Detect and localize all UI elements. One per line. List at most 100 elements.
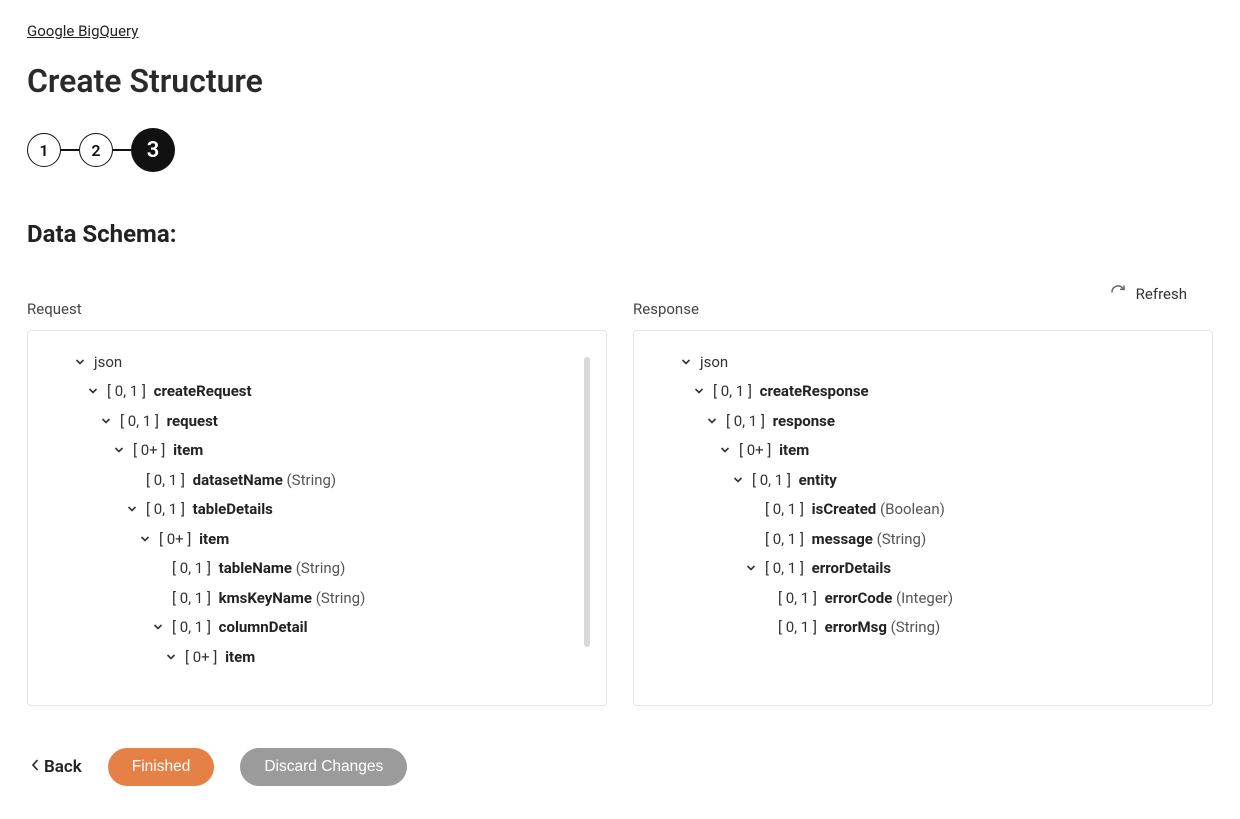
field-name: createRequest	[154, 382, 252, 400]
tree-node[interactable]: [ 0, 1 ] isCreated (Boolean)	[644, 495, 1202, 525]
chevron-down-icon[interactable]	[137, 531, 153, 547]
breadcrumb[interactable]: Google BigQuery	[27, 22, 138, 40]
field-name: request	[167, 412, 218, 430]
chevron-down-icon[interactable]	[704, 413, 720, 429]
back-label: Back	[44, 757, 82, 777]
tree-node[interactable]: [ 0, 1 ] createResponse	[644, 377, 1202, 407]
cardinality-label: [ 0+ ]	[739, 441, 775, 459]
field-name: response	[773, 412, 835, 430]
cardinality-label: [ 0, 1 ]	[765, 500, 808, 518]
cardinality-label: [ 0, 1 ]	[713, 382, 756, 400]
chevron-down-icon[interactable]	[163, 649, 179, 665]
field-name: item	[225, 648, 255, 666]
field-type: (String)	[283, 471, 336, 489]
field-type: (String)	[292, 559, 345, 577]
discard-button[interactable]: Discard Changes	[240, 748, 407, 786]
tree-root-label: json	[700, 353, 728, 371]
tree-node[interactable]: [ 0, 1 ] message (String)	[644, 524, 1202, 554]
field-name: item	[199, 530, 229, 548]
cardinality-label: [ 0, 1 ]	[778, 589, 821, 607]
tree-node[interactable]: json	[644, 347, 1202, 377]
tree-node[interactable]: [ 0, 1 ] createRequest	[38, 377, 584, 407]
tree-node[interactable]: [ 0, 1 ] errorDetails	[644, 554, 1202, 584]
field-type: (Integer)	[892, 589, 953, 607]
field-name: entity	[799, 471, 837, 489]
cardinality-label: [ 0+ ]	[185, 648, 221, 666]
tree-root-label: json	[94, 353, 122, 371]
tree-node[interactable]: json	[38, 347, 584, 377]
chevron-down-icon[interactable]	[743, 560, 759, 576]
field-name: createResponse	[760, 382, 869, 400]
step-indicator: 1 2 3	[27, 128, 1213, 172]
chevron-down-icon[interactable]	[124, 501, 140, 517]
chevron-down-icon[interactable]	[111, 442, 127, 458]
cardinality-label: [ 0, 1 ]	[146, 500, 189, 518]
cardinality-label: [ 0, 1 ]	[146, 471, 189, 489]
chevron-down-icon[interactable]	[678, 354, 694, 370]
chevron-down-icon[interactable]	[730, 472, 746, 488]
tree-node[interactable]: [ 0, 1 ] tableDetails	[38, 495, 584, 525]
cardinality-label: [ 0, 1 ]	[172, 618, 215, 636]
step-2[interactable]: 2	[79, 133, 113, 167]
tree-node[interactable]: [ 0+ ] item	[644, 436, 1202, 466]
field-name: tableName	[219, 559, 292, 577]
section-title: Data Schema:	[27, 220, 1213, 248]
chevron-down-icon[interactable]	[98, 413, 114, 429]
chevron-down-icon[interactable]	[717, 442, 733, 458]
tree-node[interactable]: [ 0, 1 ] errorMsg (String)	[644, 613, 1202, 643]
cardinality-label: [ 0, 1 ]	[172, 559, 215, 577]
scrollbar[interactable]	[584, 357, 590, 647]
field-name: datasetName	[193, 471, 283, 489]
step-connector	[61, 149, 79, 151]
page-title: Create Structure	[27, 62, 1213, 100]
field-name: errorCode	[825, 589, 893, 607]
tree-node[interactable]: [ 0, 1 ] response	[644, 406, 1202, 436]
tree-node[interactable]: [ 0, 1 ] entity	[644, 465, 1202, 495]
chevron-down-icon[interactable]	[691, 383, 707, 399]
chevron-down-icon[interactable]	[150, 619, 166, 635]
cardinality-label: [ 0, 1 ]	[765, 530, 808, 548]
cardinality-label: [ 0, 1 ]	[778, 618, 821, 636]
tree-node[interactable]: [ 0, 1 ] columnDetail	[38, 613, 584, 643]
chevron-down-icon[interactable]	[85, 383, 101, 399]
cardinality-label: [ 0, 1 ]	[120, 412, 163, 430]
request-tree-panel: json[ 0, 1 ] createRequest[ 0, 1 ] reque…	[27, 330, 607, 706]
tree-node[interactable]: [ 0, 1 ] datasetName (String)	[38, 465, 584, 495]
back-button[interactable]: Back	[31, 757, 82, 777]
cardinality-label: [ 0, 1 ]	[752, 471, 795, 489]
request-label: Request	[27, 300, 607, 318]
tree-node[interactable]: [ 0+ ] item	[38, 524, 584, 554]
response-tree-panel: json[ 0, 1 ] createResponse[ 0, 1 ] resp…	[633, 330, 1213, 706]
field-type: (String)	[873, 530, 926, 548]
tree-node[interactable]: [ 0+ ] item	[38, 436, 584, 466]
cardinality-label: [ 0+ ]	[133, 441, 169, 459]
cardinality-label: [ 0, 1 ]	[172, 589, 215, 607]
step-connector	[113, 149, 131, 151]
field-name: errorMsg	[825, 618, 887, 636]
tree-node[interactable]: [ 0, 1 ] request	[38, 406, 584, 436]
field-name: isCreated	[812, 500, 877, 518]
field-name: message	[812, 530, 873, 548]
tree-node[interactable]: [ 0, 1 ] errorCode (Integer)	[644, 583, 1202, 613]
field-name: tableDetails	[193, 500, 273, 518]
tree-node[interactable]: [ 0+ ] item	[38, 642, 584, 672]
response-label: Response	[633, 300, 1213, 318]
cardinality-label: [ 0+ ]	[159, 530, 195, 548]
chevron-left-icon	[31, 757, 40, 777]
tree-node[interactable]: [ 0, 1 ] tableName (String)	[38, 554, 584, 584]
tree-node[interactable]: [ 0, 1 ] kmsKeyName (String)	[38, 583, 584, 613]
cardinality-label: [ 0, 1 ]	[726, 412, 769, 430]
field-name: item	[779, 441, 809, 459]
cardinality-label: [ 0, 1 ]	[765, 559, 808, 577]
step-1[interactable]: 1	[27, 133, 61, 167]
chevron-down-icon[interactable]	[72, 354, 88, 370]
field-type: (Boolean)	[876, 500, 945, 518]
field-type: (String)	[887, 618, 940, 636]
cardinality-label: [ 0, 1 ]	[107, 382, 150, 400]
field-name: columnDetail	[219, 618, 308, 636]
step-3[interactable]: 3	[131, 128, 175, 172]
field-name: item	[173, 441, 203, 459]
finished-button[interactable]: Finished	[108, 748, 215, 786]
field-type: (String)	[312, 589, 365, 607]
field-name: kmsKeyName	[219, 589, 312, 607]
